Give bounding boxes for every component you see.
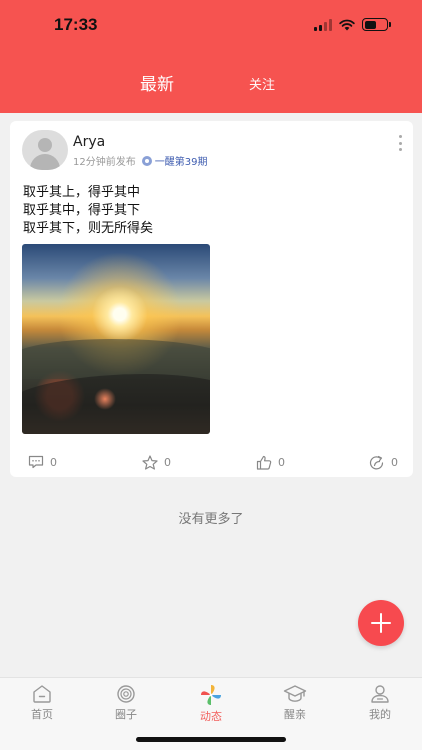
post-meta: 12分钟前发布 一醒第39期: [73, 153, 207, 168]
nav-item-xingqin[interactable]: 醒亲: [265, 684, 325, 722]
circle-tag[interactable]: 一醒第39期: [141, 153, 208, 168]
add-post-button[interactable]: [358, 600, 404, 646]
nav-label-feed: 动态: [200, 710, 222, 723]
like-count: 0: [278, 456, 285, 469]
wifi-icon: [339, 19, 355, 30]
thumbs-up-icon: [256, 455, 272, 470]
more-options-icon[interactable]: [399, 135, 403, 151]
like-button[interactable]: 0: [256, 455, 285, 470]
user-icon: [371, 685, 389, 703]
post-content-line: 取乎其中，得乎其下: [23, 203, 141, 218]
avatar[interactable]: [22, 130, 68, 170]
favorite-button[interactable]: 0: [142, 455, 171, 470]
status-icons: [314, 18, 391, 31]
status-bar: 17:33: [0, 0, 422, 52]
tab-follow[interactable]: 关注: [249, 74, 275, 93]
comment-icon: [28, 455, 44, 469]
comment-button[interactable]: 0: [28, 455, 57, 469]
graduation-cap-icon: [283, 685, 307, 702]
tab-latest[interactable]: 最新: [140, 70, 174, 95]
nav-item-circle[interactable]: 圈子: [96, 684, 156, 722]
favorite-count: 0: [164, 456, 171, 469]
header: 17:33 最新 关注: [0, 0, 422, 113]
share-button[interactable]: 0: [369, 455, 398, 470]
post-time: 12分钟前发布: [73, 157, 136, 168]
post-content-line: 取乎其下，则无所得矣: [23, 221, 154, 236]
nav-item-feed[interactable]: 动态: [181, 684, 241, 724]
comment-count: 0: [50, 455, 57, 469]
post-card[interactable]: Arya 12分钟前发布 一醒第39期 取乎其上，得乎其中 取乎其中，得乎其下 …: [10, 121, 413, 477]
circle-tag-icon: [141, 155, 152, 166]
status-time: 17:33: [54, 15, 98, 34]
no-more-text: 没有更多了: [178, 512, 244, 527]
nav-label-profile: 我的: [369, 708, 391, 721]
share-icon: [369, 455, 384, 470]
nav-label-circle: 圈子: [115, 708, 137, 721]
nav-label-xingqin: 醒亲: [284, 708, 306, 721]
signal-icon: [314, 18, 332, 31]
home-indicator: [136, 737, 286, 742]
pinwheel-icon: [201, 685, 221, 705]
circle-tag-label: 一醒第39期: [154, 157, 208, 168]
post-content: 取乎其上，得乎其中 取乎其中，得乎其下 取乎其下，则无所得矣: [23, 184, 153, 238]
post-image[interactable]: [22, 244, 210, 434]
post-actions: 0 0 0 0: [10, 455, 413, 473]
circle-icon: [117, 685, 135, 703]
share-count: 0: [391, 456, 398, 469]
post-username[interactable]: Arya: [73, 134, 105, 150]
battery-icon: [362, 18, 391, 31]
home-icon: [33, 685, 51, 703]
star-icon: [142, 455, 158, 470]
nav-item-home[interactable]: 首页: [12, 684, 72, 722]
feed-tabs: 最新 关注: [0, 66, 422, 98]
post-content-line: 取乎其上，得乎其中: [23, 185, 141, 200]
nav-item-profile[interactable]: 我的: [350, 684, 410, 722]
nav-label-home: 首页: [31, 708, 53, 721]
